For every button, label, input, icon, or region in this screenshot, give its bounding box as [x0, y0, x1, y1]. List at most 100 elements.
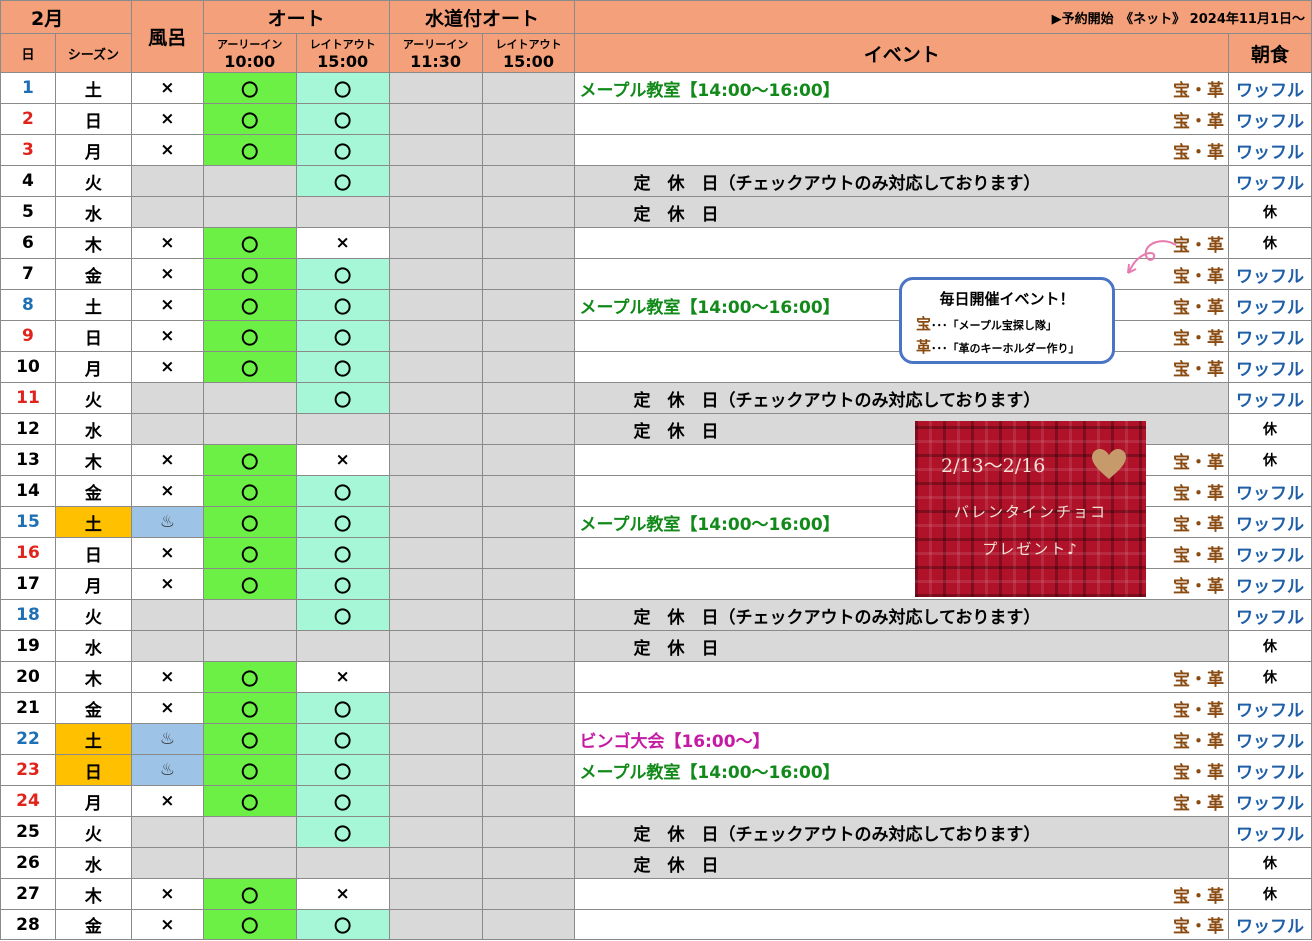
- water-late-out: [481, 878, 576, 910]
- event-text: [574, 661, 1158, 693]
- weekday: 日: [54, 754, 132, 786]
- water-early-in: [388, 165, 483, 197]
- breakfast: 休: [1227, 630, 1312, 662]
- water-early-in: [388, 599, 483, 631]
- water-early-in: [388, 258, 483, 290]
- breakfast: 休: [1227, 196, 1312, 228]
- auto-early-in: 〇: [202, 537, 297, 569]
- water-early-in: [388, 134, 483, 166]
- day-number: 3: [0, 134, 56, 166]
- water-late-out: [481, 661, 576, 693]
- day-number: 24: [0, 785, 56, 817]
- bath-status: ×: [130, 227, 204, 259]
- day-number: 9: [0, 320, 56, 352]
- breakfast: 休: [1227, 444, 1312, 476]
- weekday: 水: [54, 630, 132, 662]
- table-row: 19 水 定 休 日休: [0, 630, 1312, 662]
- closed-day-text: 定 休 日: [574, 630, 1229, 662]
- closed-day-text: 定 休 日（チェックアウトのみ対応しております）: [574, 165, 1229, 197]
- auto-early-in: [202, 816, 297, 848]
- onsen-icon: ♨: [130, 723, 204, 755]
- day-number: 16: [0, 537, 56, 569]
- table-row: 10 月 × 〇〇宝・革 ワッフル: [0, 351, 1312, 383]
- weekday: 水: [54, 413, 132, 445]
- heart-icon: [1091, 449, 1127, 485]
- auto-late-out: 〇: [295, 320, 390, 352]
- auto-late-out: 〇: [295, 723, 390, 755]
- bath-status: ×: [130, 134, 204, 166]
- weekday: 月: [54, 351, 132, 383]
- weekday: 日: [54, 103, 132, 135]
- auto-early-in: 〇: [202, 351, 297, 383]
- water-early-in: [388, 382, 483, 414]
- closed-day-text: 定 休 日: [574, 847, 1229, 879]
- breakfast: ワッフル: [1227, 692, 1312, 724]
- water-late-out: [481, 134, 576, 166]
- auto-early-in: [202, 599, 297, 631]
- auto-late-out: ×: [295, 227, 390, 259]
- day-number: 18: [0, 599, 56, 631]
- day-number: 22: [0, 723, 56, 755]
- water-early-in: [388, 227, 483, 259]
- auto-early-in: 〇: [202, 134, 297, 166]
- breakfast: 休: [1227, 413, 1312, 445]
- event-tags: 宝・革: [1157, 723, 1229, 755]
- auto-late-out: 〇: [295, 785, 390, 817]
- auto-late-out: 〇: [295, 351, 390, 383]
- weekday: 火: [54, 382, 132, 414]
- water-early-in-header: アーリーイン 11:30: [388, 33, 483, 73]
- water-late-out: [481, 196, 576, 228]
- bath-status: ×: [130, 258, 204, 290]
- auto-early-in: 〇: [202, 258, 297, 290]
- callout-line-leather: 革･･･「革のキーホルダー作り」: [916, 338, 1080, 356]
- breakfast: ワッフル: [1227, 785, 1312, 817]
- table-row: 6 木 × 〇 × 宝・革休: [0, 227, 1312, 259]
- auto-early-in: 〇: [202, 785, 297, 817]
- weekday: 金: [54, 909, 132, 940]
- callout-title: 毎日開催イベント！: [939, 290, 1075, 308]
- bath-status: ×: [130, 661, 204, 693]
- day-number: 6: [0, 227, 56, 259]
- closed-day-text: 定 休 日: [574, 196, 1229, 228]
- day-number: 19: [0, 630, 56, 662]
- water-late-out: [481, 72, 576, 104]
- auto-late-out: 〇: [295, 382, 390, 414]
- water-early-in: [388, 909, 483, 940]
- water-late-out: [481, 816, 576, 848]
- event-text: [574, 227, 1158, 259]
- breakfast: ワッフル: [1227, 72, 1312, 104]
- weekday: 水: [54, 196, 132, 228]
- water-early-in: [388, 506, 483, 538]
- day-number: 2: [0, 103, 56, 135]
- event-text: [574, 909, 1158, 940]
- water-late-out: [481, 165, 576, 197]
- auto-early-in-header: アーリーイン 10:00: [202, 33, 297, 73]
- auto-early-in: 〇: [202, 289, 297, 321]
- auto-late-out: 〇: [295, 506, 390, 538]
- water-late-out-header: レイトアウト 15:00: [481, 33, 576, 73]
- auto-late-out: 〇: [295, 72, 390, 104]
- event-text: [574, 103, 1158, 135]
- bath-status: [130, 165, 204, 197]
- event-tags: 宝・革: [1157, 103, 1229, 135]
- water-early-in: [388, 537, 483, 569]
- water-late-out: [481, 103, 576, 135]
- water-early-in: [388, 568, 483, 600]
- event-tags: 宝・革: [1157, 506, 1229, 538]
- table-row: 20 木 × 〇 × 宝・革休: [0, 661, 1312, 693]
- event-text: [574, 692, 1158, 724]
- water-early-in: [388, 847, 483, 879]
- bath-status: [130, 630, 204, 662]
- closed-day-text: 定 休 日（チェックアウトのみ対応しております）: [574, 382, 1229, 414]
- bath-status: [130, 382, 204, 414]
- table-row: 2 日 × 〇〇宝・革 ワッフル: [0, 103, 1312, 135]
- event-text: [574, 134, 1158, 166]
- table-row: 21 金 × 〇〇宝・革 ワッフル: [0, 692, 1312, 724]
- bath-status: ×: [130, 72, 204, 104]
- auto-early-in: 〇: [202, 568, 297, 600]
- event-tags: 宝・革: [1157, 444, 1229, 476]
- table-row: 3 月 × 〇〇宝・革 ワッフル: [0, 134, 1312, 166]
- table-row: 1 土 × 〇〇メープル教室【14:00～16:00】 宝・革 ワッフル: [0, 72, 1312, 104]
- weekday: 水: [54, 847, 132, 879]
- table-row: 5水 定 休 日休: [0, 196, 1312, 228]
